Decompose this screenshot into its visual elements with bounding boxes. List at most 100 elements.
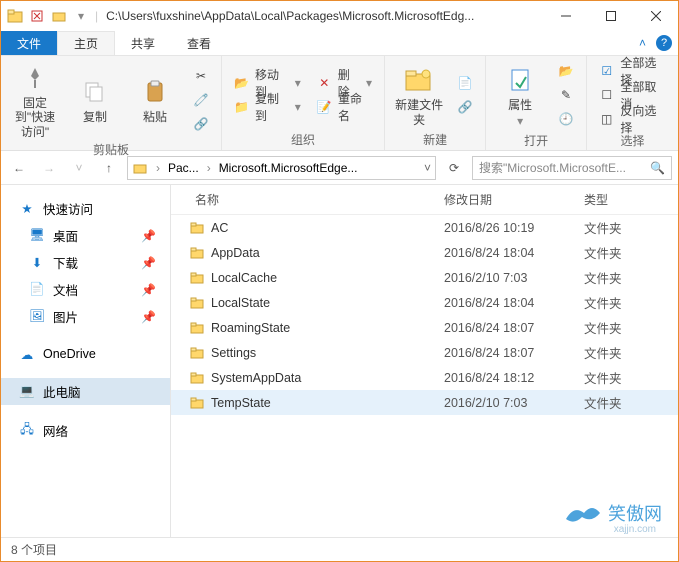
table-row[interactable]: AppData2016/8/24 18:04文件夹 [171,240,678,265]
refresh-button[interactable]: ⟳ [442,156,466,180]
help-icon[interactable]: ? [656,35,672,51]
breadcrumb[interactable]: › Pac... › Microsoft.MicrosoftEdge... ˅ [127,156,436,180]
copy-button[interactable]: 复制 [69,74,121,124]
table-row[interactable]: AC2016/8/26 10:19文件夹 [171,215,678,240]
paste-icon [139,76,171,108]
group-select: ☑全部选择 ☐全部取消 ◫反向选择 选择 [587,56,678,150]
history-button[interactable]: 🕘 [554,108,578,130]
nav-network[interactable]: 🖧网络 [1,417,170,444]
nav-desktop[interactable]: 🖥桌面📌 [1,222,170,249]
crumb-edge[interactable]: Microsoft.MicrosoftEdge... [219,161,358,175]
rename-button[interactable]: 📝重命名 [313,96,376,118]
recent-button[interactable]: ˅ [67,156,91,180]
easyaccess-icon: 🔗 [457,99,473,115]
tab-home[interactable]: 主页 [57,31,115,55]
file-name: RoamingState [211,321,444,335]
table-row[interactable]: Settings2016/8/24 18:07文件夹 [171,340,678,365]
tab-file[interactable]: 文件 [1,31,57,55]
new-folder-button[interactable]: 新建文件夹 [393,62,445,127]
open-icon: 📂 [558,63,574,79]
edit-button[interactable]: ✎ [554,84,578,106]
up-button[interactable]: ↑ [97,156,121,180]
folder-icon [189,370,205,386]
copy-path-button[interactable]: 🧷 [189,89,213,111]
nav-pane: ★快速访问 🖥桌面📌 ⬇下载📌 📄文档📌 🖼图片📌 ☁OneDrive 💻此电脑… [1,185,171,537]
shortcut-icon: 🔗 [193,116,209,132]
tab-share[interactable]: 共享 [115,31,171,55]
new-item-button[interactable]: 📄 [453,72,477,94]
open-button[interactable]: 📂 [554,60,578,82]
col-modified[interactable]: 修改日期 [444,191,584,208]
search-box[interactable]: 搜索"Microsoft.MicrosoftE... 🔍 [472,156,672,180]
file-name: SystemAppData [211,371,444,385]
collapse-ribbon-icon[interactable]: ˄ [639,36,646,50]
properties-button[interactable]: 属性▾ [494,62,546,129]
forward-button[interactable]: → [37,156,61,180]
nav-downloads[interactable]: ⬇下载📌 [1,249,170,276]
paste-button[interactable]: 粘贴 [129,74,181,124]
folder-icon [189,345,205,361]
table-row[interactable]: LocalState2016/8/24 18:04文件夹 [171,290,678,315]
pin-icon: 📌 [141,256,156,270]
folder-icon [189,245,205,261]
nav-onedrive[interactable]: ☁OneDrive [1,342,170,366]
file-type: 文件夹 [584,393,674,412]
cut-button[interactable]: ✂ [189,65,213,87]
paste-shortcut-button[interactable]: 🔗 [189,113,213,135]
nav-pictures[interactable]: 🖼图片📌 [1,303,170,330]
pin-icon: 📌 [141,310,156,324]
file-type: 文件夹 [584,343,674,362]
address-bar: ← → ˅ ↑ › Pac... › Microsoft.MicrosoftEd… [1,151,678,185]
tab-view[interactable]: 查看 [171,31,227,55]
pin-icon: 📌 [141,283,156,297]
file-name: LocalState [211,296,444,310]
table-row[interactable]: SystemAppData2016/8/24 18:12文件夹 [171,365,678,390]
table-row[interactable]: RoamingState2016/8/24 18:07文件夹 [171,315,678,340]
crumb-packages[interactable]: Pac... [168,161,199,175]
properties-icon[interactable] [29,8,45,24]
qat-dropdown-icon[interactable]: ▾ [73,8,89,24]
star-icon: ★ [19,201,35,217]
col-name[interactable]: 名称 [175,191,444,208]
column-headers[interactable]: 名称 修改日期 类型 [171,185,678,215]
minimize-button[interactable] [543,1,588,31]
file-type: 文件夹 [584,268,674,287]
file-type: 文件夹 [584,318,674,337]
address-dropdown-icon[interactable]: ˅ [424,161,431,175]
maximize-button[interactable] [588,1,633,31]
copy-icon [79,76,111,108]
col-type[interactable]: 类型 [584,191,674,208]
table-row[interactable]: TempState2016/2/10 7:03文件夹 [171,390,678,415]
pin-icon: 📌 [141,229,156,243]
folder-icon [189,295,205,311]
cut-icon: ✂ [193,68,209,84]
nav-thispc[interactable]: 💻此电脑 [1,378,170,405]
properties-icon [504,64,536,96]
ribbon: 固定到"快速访问" 复制 粘贴 ✂ 🧷 🔗 剪贴板 [1,56,678,151]
close-button[interactable] [633,1,678,31]
nav-documents[interactable]: 📄文档📌 [1,276,170,303]
table-row[interactable]: LocalCache2016/2/10 7:03文件夹 [171,265,678,290]
invert-selection-button[interactable]: ◫反向选择 [595,108,670,130]
folder-icon [7,8,23,24]
nav-quickaccess[interactable]: ★快速访问 [1,195,170,222]
file-type: 文件夹 [584,368,674,387]
easy-access-button[interactable]: 🔗 [453,96,477,118]
selectall-icon: ☑ [599,63,614,79]
copy-to-button[interactable]: 📁复制到▾ [230,96,305,118]
chevron-right-icon[interactable]: › [205,161,213,175]
back-button[interactable]: ← [7,156,31,180]
titlebar: ▾ | C:\Users\fuxshine\AppData\Local\Pack… [1,1,678,31]
folder-icon [189,320,205,336]
file-date: 2016/8/24 18:04 [444,296,584,310]
file-type: 文件夹 [584,243,674,262]
file-name: LocalCache [211,271,444,285]
search-icon[interactable]: 🔍 [650,161,665,175]
qat-folder-icon[interactable] [51,8,67,24]
desktop-icon: 🖥 [29,228,45,244]
pin-icon [19,62,51,94]
group-organize: 📂移动到▾ 📁复制到▾ ✕删除▾ 📝重命名 组织 [222,56,385,150]
chevron-right-icon[interactable]: › [154,161,162,175]
qat: ▾ | [7,8,98,24]
pin-quickaccess-button[interactable]: 固定到"快速访问" [9,60,61,139]
